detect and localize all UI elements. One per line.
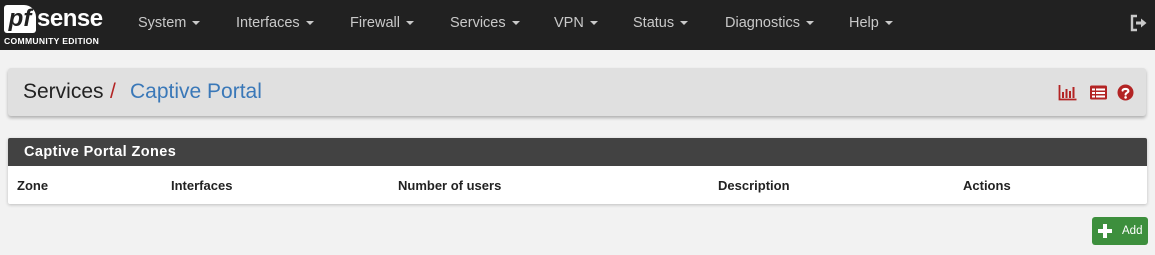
pfsense-logo[interactable]: pf sense COMMUNITY EDITION	[4, 5, 110, 47]
caret-down-icon	[305, 21, 314, 26]
breadcrumb-page-link[interactable]: Captive Portal	[130, 80, 262, 104]
column-header-number-of-users[interactable]: Number of users	[398, 178, 501, 193]
caret-down-icon	[511, 21, 520, 26]
add-button[interactable]: Add	[1092, 217, 1148, 245]
caret-down-icon	[884, 21, 893, 26]
nav-menu-services[interactable]: Services	[450, 0, 520, 50]
add-button-label: Add	[1122, 225, 1143, 237]
nav-menu-status[interactable]: Status	[633, 0, 689, 50]
nav-menu-label: Services	[450, 15, 506, 31]
nav-menu-vpn[interactable]: VPN	[554, 0, 598, 50]
list-icon[interactable]	[1089, 84, 1108, 101]
caret-down-icon	[405, 21, 414, 26]
panel-title: Captive Portal Zones	[24, 144, 177, 160]
nav-menu-label: System	[138, 15, 187, 31]
nav-menu-label: Help	[849, 15, 879, 31]
nav-menu-label: Status	[633, 15, 675, 31]
column-header-interfaces[interactable]: Interfaces	[171, 178, 232, 193]
logo-edition: COMMUNITY EDITION	[4, 36, 100, 46]
nav-menu-label: Diagnostics	[725, 15, 800, 31]
column-header-zone[interactable]: Zone	[17, 178, 48, 193]
nav-menu-diagnostics[interactable]: Diagnostics	[725, 0, 814, 50]
nav-menu-label: VPN	[554, 15, 584, 31]
logo-wordmark: sense	[37, 5, 103, 32]
nav-menu-help[interactable]: Help	[849, 0, 893, 50]
nav-menu-label: Firewall	[350, 15, 400, 31]
breadcrumb: Services / Captive Portal	[8, 68, 1146, 116]
bar-chart-icon[interactable]	[1058, 84, 1077, 101]
nav-menu-label: Interfaces	[236, 15, 300, 31]
logo-pf-mark: pf	[4, 5, 36, 33]
caret-down-icon	[192, 21, 201, 26]
caret-down-icon	[589, 21, 598, 26]
nav-menu-firewall[interactable]: Firewall	[350, 0, 414, 50]
breadcrumb-separator: /	[110, 80, 116, 103]
nav-menu-system[interactable]: System	[138, 0, 201, 50]
top-navbar: pf sense COMMUNITY EDITION System Interf…	[0, 0, 1155, 50]
sign-out-icon[interactable]	[1130, 14, 1148, 32]
caret-down-icon	[805, 21, 814, 26]
nav-menu-interfaces[interactable]: Interfaces	[236, 0, 314, 50]
captive-portal-zones-panel: Captive Portal Zones Zone Interfaces Num…	[8, 138, 1147, 204]
plus-icon	[1098, 224, 1112, 238]
breadcrumb-section: Services	[23, 80, 104, 103]
column-header-description[interactable]: Description	[718, 178, 790, 193]
column-header-actions: Actions	[963, 178, 1011, 193]
caret-down-icon	[680, 21, 689, 26]
panel-heading: Captive Portal Zones	[8, 138, 1147, 166]
help-icon[interactable]	[1116, 84, 1135, 101]
